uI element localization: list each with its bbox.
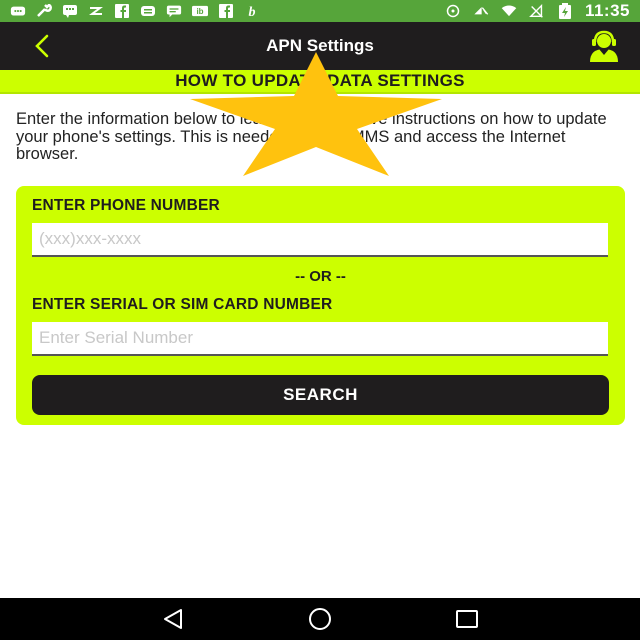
ib-icon: ib — [192, 4, 208, 18]
support-agent-icon — [590, 30, 618, 62]
system-icons: 11:35 — [445, 1, 630, 21]
battery-icon — [557, 3, 573, 19]
no-signal-icon — [473, 4, 489, 18]
lookup-form: ENTER PHONE NUMBER -- OR -- ENTER SERIAL… — [16, 186, 625, 425]
facebook-icon — [114, 4, 130, 18]
home-circle-icon — [308, 608, 331, 630]
bbm-icon — [62, 4, 78, 18]
navigation-bar — [0, 598, 640, 640]
search-button[interactable]: SEARCH — [32, 375, 609, 415]
sync-icon — [445, 4, 461, 18]
back-button[interactable] — [30, 33, 56, 59]
no-sim-icon — [529, 3, 545, 18]
or-divider: -- OR -- — [295, 268, 346, 285]
serial-label: ENTER SERIAL OR SIM CARD NUMBER — [32, 296, 333, 313]
notification-icons: ib b — [10, 4, 260, 18]
phone-label: ENTER PHONE NUMBER — [32, 197, 220, 214]
nav-recents-button[interactable] — [453, 607, 481, 631]
message-icon — [10, 4, 26, 18]
b-icon: b — [244, 4, 260, 18]
back-triangle-icon — [164, 609, 183, 629]
wifi-icon — [501, 4, 517, 18]
nav-back-button[interactable] — [159, 607, 187, 631]
nav-home-button[interactable] — [306, 607, 334, 631]
support-button[interactable] — [584, 30, 624, 62]
app-icon — [88, 4, 104, 18]
serial-input[interactable] — [32, 322, 608, 356]
phone-input[interactable] — [32, 223, 608, 257]
screen: ib b 11:35 APN Settings HOW TO UPDATE DA… — [0, 0, 640, 640]
svg-text:b: b — [249, 5, 256, 18]
wrench-icon — [36, 4, 52, 18]
app-icon — [140, 4, 156, 18]
chat-icon — [166, 4, 182, 18]
status-bar: ib b 11:35 — [0, 0, 640, 22]
recents-square-icon — [455, 610, 478, 628]
facebook-icon — [218, 4, 234, 18]
status-clock: 11:35 — [584, 1, 630, 20]
back-chevron-icon — [35, 34, 49, 58]
svg-text:ib: ib — [196, 7, 203, 16]
star-icon — [190, 52, 442, 176]
